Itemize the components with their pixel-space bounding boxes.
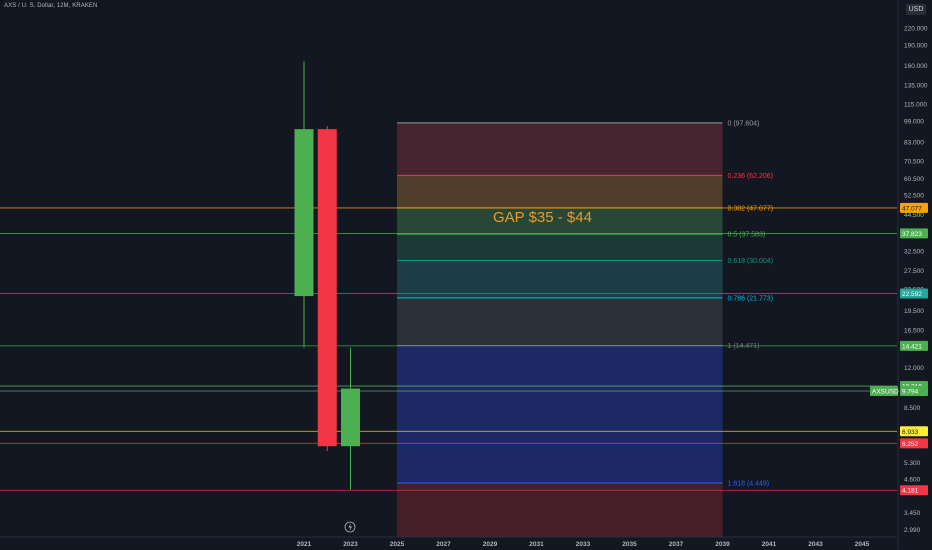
fib-zone-0 — [397, 122, 723, 176]
y-tick-label: 3.450 — [904, 510, 921, 517]
y-tick-label: 19.500 — [904, 308, 924, 315]
fib-zone-1 — [397, 345, 723, 484]
x-tick-label: 2025 — [390, 541, 405, 548]
x-tick-label: 2045 — [855, 541, 870, 548]
fib-label-0: 0 (97.604) — [728, 120, 760, 127]
annotation-layer: GAP $35 - $44 — [493, 209, 592, 226]
fib-label-0.5: 0.5 (37.583) — [728, 232, 766, 239]
y-tick-label: 190.000 — [904, 43, 928, 50]
price-badges: 47.07737.82322.59214.42110.2189.7946.933… — [870, 202, 928, 496]
fib-zone-0.786 — [397, 297, 723, 346]
price-badge-label: 47.077 — [902, 205, 922, 212]
fib-zone-0.618 — [397, 260, 723, 298]
fib-zone-0.236 — [397, 175, 723, 208]
candle-body[interactable] — [317, 129, 337, 447]
y-tick-label: 32.500 — [904, 249, 924, 256]
x-tick-label: 2023 — [343, 541, 358, 548]
fib-fills — [397, 122, 723, 537]
x-tick-label: 2033 — [576, 541, 591, 548]
price-badge-label: 4.181 — [902, 488, 919, 495]
y-tick-label: 5.300 — [904, 460, 921, 467]
y-tick-label: 12.000 — [904, 365, 924, 372]
chart-canvas[interactable]: 0 (97.604) 0.236 (62.206) 0.382 (47.077) 0.… — [0, 0, 932, 550]
symbol-badge-label: AXSUSD — [872, 388, 899, 395]
x-tick-label: 2043 — [808, 541, 823, 548]
y-tick-label: 220.000 — [904, 26, 928, 33]
price-badge-label: 37.823 — [902, 231, 922, 238]
y-tick-label: 4.600 — [904, 477, 921, 484]
y-tick-label: 160.000 — [904, 63, 928, 70]
gap-annotation: GAP $35 - $44 — [493, 209, 592, 226]
fib-label-0.618: 0.618 (30.004) — [728, 258, 774, 265]
candles — [294, 61, 360, 490]
fib-label-0.786: 0.786 (21.773) — [728, 295, 774, 302]
y-tick-label: 135.000 — [904, 83, 928, 90]
price-badge-label: 14.421 — [902, 343, 922, 350]
fib-label-0.236: 0.236 (62.206) — [728, 173, 774, 180]
y-tick-label: 2.990 — [904, 527, 921, 534]
price-badge-label: 6.252 — [902, 441, 919, 448]
x-tick-label: 2035 — [622, 541, 637, 548]
y-tick-label: 99.000 — [904, 119, 924, 126]
x-tick-label: 2041 — [762, 541, 777, 548]
y-tick-label: 70.500 — [904, 158, 924, 165]
fib-zone-1.618 — [397, 483, 723, 537]
y-tick-label: 16.500 — [904, 328, 924, 335]
y-tick-label: 115.000 — [904, 101, 927, 108]
price-badge-label: 6.933 — [902, 429, 919, 436]
y-tick-label: 8.500 — [904, 405, 921, 412]
fib-label-0.382: 0.382 (47.077) — [728, 205, 774, 212]
y-tick-label: 83.000 — [904, 139, 924, 146]
y-tick-label: 44.500 — [904, 212, 924, 219]
time-axis: 2021 2023 2025 2027 2029 2031 2033 2035 2037 2039… — [0, 536, 897, 548]
y-tick-label: 27.500 — [904, 268, 924, 275]
x-tick-label: 2037 — [669, 541, 684, 548]
x-tick-label: 2029 — [483, 541, 498, 548]
candle-body[interactable] — [341, 388, 360, 447]
price-badge-label: 22.592 — [902, 291, 922, 298]
y-tick-label: 60.500 — [904, 176, 924, 183]
event-icon[interactable] — [344, 521, 356, 533]
fib-label-1: 1 (14.471) — [728, 343, 760, 350]
candle-body[interactable] — [294, 129, 314, 297]
fib-labels: 0 (97.604) 0.236 (62.206) 0.382 (47.077) 0.… — [728, 120, 774, 487]
x-tick-label: 2039 — [715, 541, 730, 548]
fib-label-1.618: 1.618 (4.449) — [728, 481, 770, 488]
price-axis: 220.000 190.000 160.000 135.000 115.000 99.00… — [897, 0, 928, 550]
fib-zone-0.5 — [397, 234, 723, 261]
x-tick-label: 2021 — [297, 541, 312, 548]
x-tick-label: 2031 — [529, 541, 544, 548]
x-tick-label: 2027 — [436, 541, 451, 548]
y-tick-label: 52.500 — [904, 193, 924, 200]
price-badge-label: 9.794 — [902, 388, 919, 395]
